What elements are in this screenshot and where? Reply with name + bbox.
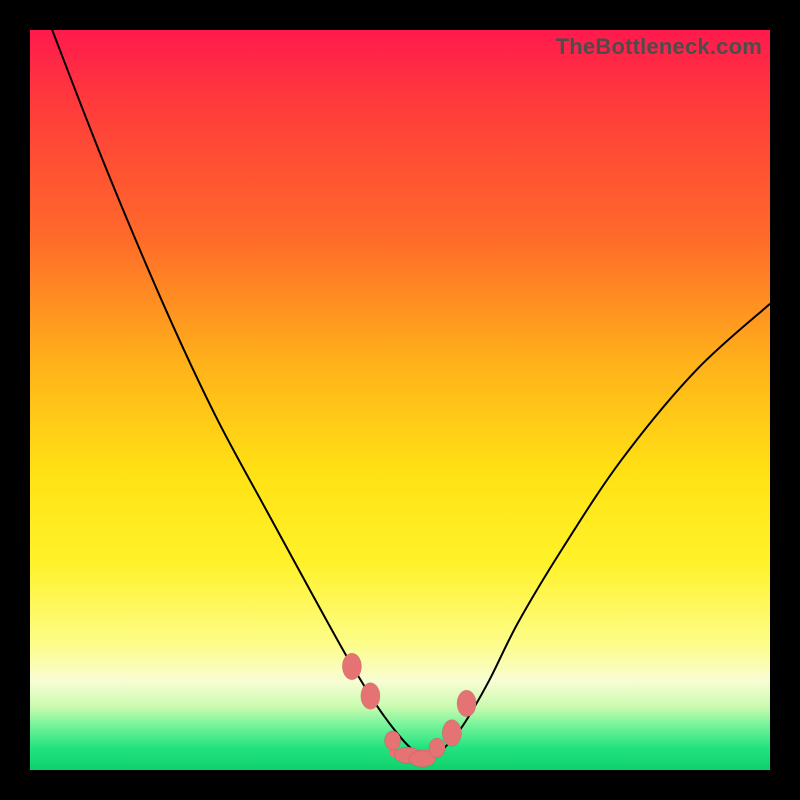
highlight-marker [442,720,461,747]
chart-frame: TheBottleneck.com [0,0,800,800]
marker-group [342,653,476,767]
highlight-marker [384,731,400,750]
highlight-marker [361,683,380,710]
left-curve [52,30,429,759]
plot-area: TheBottleneck.com [30,30,770,770]
curves-svg [30,30,770,770]
highlight-marker [429,738,445,757]
highlight-marker [457,690,476,717]
right-curve [430,304,770,759]
highlight-marker [342,653,361,680]
